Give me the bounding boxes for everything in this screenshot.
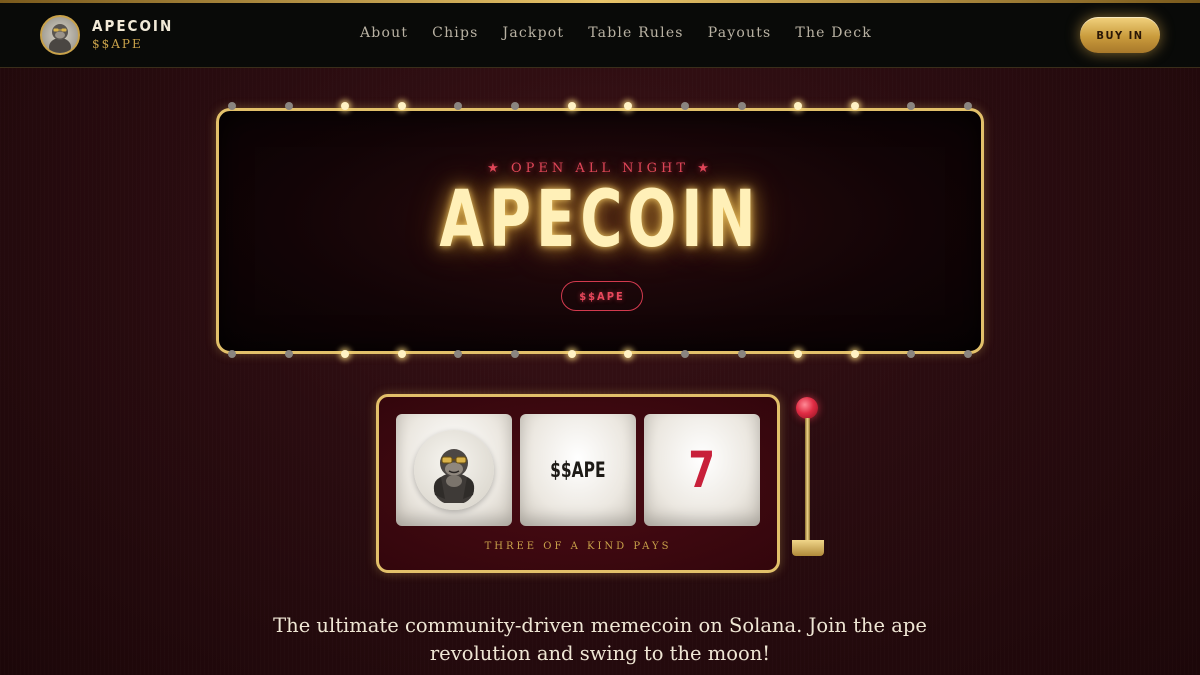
nav-link-the-deck[interactable]: The Deck [795, 25, 872, 41]
tagline-text: OPEN ALL NIGHT [510, 161, 690, 176]
nav-link-payouts[interactable]: Payouts [708, 25, 772, 41]
brand[interactable]: APECOIN $$APE [92, 17, 173, 51]
top-nav: APECOIN $$APE About Chips Jackpot Table … [0, 3, 1200, 68]
marquee-bulb [285, 350, 293, 358]
reel-2: $$APE [520, 414, 636, 526]
lever-base [792, 540, 824, 556]
marquee-bulb [738, 350, 746, 358]
reel-3: 7 [644, 414, 760, 526]
tagline: ★ OPEN ALL NIGHT ★ [219, 161, 981, 176]
marquee-bulb [907, 350, 915, 358]
slot-caption: THREE OF A KIND PAYS [484, 541, 672, 552]
reel-1 [396, 414, 512, 526]
lever-rod [805, 418, 810, 544]
reel-coin [414, 430, 494, 510]
marquee-bulb [681, 102, 689, 110]
hero-title: APECOIN [439, 175, 761, 265]
marquee-bulb [568, 350, 576, 358]
marquee-bulb [511, 102, 519, 110]
marquee-bulb [964, 102, 972, 110]
marquee-bulb [851, 350, 859, 358]
reel-symbol-seven: 7 [688, 441, 716, 499]
marquee-bulb [398, 102, 406, 110]
star-icon: ★ [487, 161, 503, 176]
marquee-bulb [681, 350, 689, 358]
marquee-sign: ★ OPEN ALL NIGHT ★ APECOIN $$APE [216, 108, 984, 354]
marquee-bulb [794, 102, 802, 110]
marquee-bulb [568, 102, 576, 110]
nav-link-about[interactable]: About [360, 25, 408, 41]
marquee-bulb [228, 102, 236, 110]
nav-link-jackpot[interactable]: Jackpot [503, 25, 565, 41]
marquee-bulb [511, 350, 519, 358]
marquee-bulb [794, 350, 802, 358]
nav-link-table-rules[interactable]: Table Rules [588, 25, 683, 41]
star-icon: ★ [697, 161, 713, 176]
logo[interactable] [40, 15, 80, 55]
marquee-bulb [624, 102, 632, 110]
marquee-bulb [398, 350, 406, 358]
ticker-badge: $$APE [561, 281, 643, 311]
brand-ticker: $$APE [92, 37, 143, 51]
marquee-bulb [738, 102, 746, 110]
buy-in-button[interactable]: BUY IN [1080, 17, 1160, 53]
marquee-bulb [851, 102, 859, 110]
lever-knob[interactable] [796, 397, 818, 419]
marquee-bulb [228, 350, 236, 358]
marquee-bulb [341, 350, 349, 358]
marquee-bulb [285, 102, 293, 110]
slot-machine: $$APE 7 THREE OF A KIND PAYS [376, 394, 780, 573]
reel-symbol-ticker: $$APE [550, 458, 606, 482]
brand-name: APECOIN [92, 17, 174, 35]
gorilla-icon [433, 449, 475, 503]
marquee-bulb [964, 350, 972, 358]
marquee-bulb [454, 350, 462, 358]
marquee-bulb [454, 102, 462, 110]
marquee-bulb [624, 350, 632, 358]
hero-description: The ultimate community-driven memecoin o… [273, 614, 927, 665]
nav-link-chips[interactable]: Chips [432, 25, 478, 41]
marquee-bulb [341, 102, 349, 110]
marquee-bulb [907, 102, 915, 110]
nav-links: About Chips Jackpot Table Rules Payouts … [360, 25, 896, 41]
gorilla-icon [49, 24, 71, 53]
